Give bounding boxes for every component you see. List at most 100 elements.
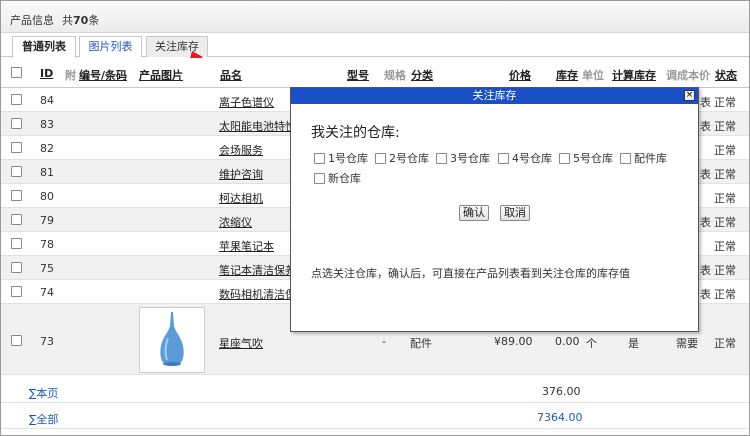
row-id: 78 xyxy=(40,238,54,251)
row-adjust-cost: 需要 xyxy=(676,337,698,350)
warehouse-label: 新仓库 xyxy=(328,172,361,185)
row-id: 73 xyxy=(40,335,54,348)
row-checkbox[interactable] xyxy=(11,238,22,249)
warehouse-checkbox[interactable] xyxy=(375,153,386,164)
row-checkbox[interactable] xyxy=(11,94,22,105)
row-status: 正常 xyxy=(714,288,736,301)
tab-image-list[interactable]: 图片列表 xyxy=(79,36,142,57)
col-stock[interactable]: 库存 xyxy=(556,67,578,83)
col-category[interactable]: 分类 xyxy=(411,67,433,83)
all-total-row: ∑全部 7364.00 xyxy=(1,405,749,429)
row-name-link[interactable]: 太阳能电池特性 xyxy=(219,118,296,134)
warehouse-label: 配件库 xyxy=(634,152,667,165)
warehouse-label: 3号仓库 xyxy=(450,152,490,165)
col-calc-stock[interactable]: 计算库存 xyxy=(612,67,656,83)
row-name-link[interactable]: 会场服务 xyxy=(219,142,263,158)
title-bar: 产品信息 共70条 xyxy=(1,1,749,33)
row-name-link[interactable]: 笔记本清洁保养 xyxy=(219,262,296,278)
row-checkbox[interactable] xyxy=(11,166,22,177)
row-name-link[interactable]: 数码相机清洁保 xyxy=(219,286,296,302)
row-partial: 表 xyxy=(700,120,711,133)
cancel-button[interactable]: 取消 xyxy=(500,205,530,221)
row-id: 80 xyxy=(40,190,54,203)
warehouse-checkbox[interactable] xyxy=(559,153,570,164)
tab-normal-list[interactable]: 普通列表 xyxy=(12,36,76,58)
count-suffix: 条 xyxy=(88,14,100,27)
row-status: 正常 xyxy=(714,96,736,109)
row-name-link[interactable]: 星座气吹 xyxy=(219,335,263,351)
row-checkbox[interactable] xyxy=(11,214,22,225)
page-total-value: 376.00 xyxy=(542,385,581,398)
col-attach: 附 xyxy=(65,69,76,82)
warehouse-option-4[interactable]: 4号仓库 xyxy=(498,150,552,166)
row-checkbox[interactable] xyxy=(11,262,22,273)
select-all-checkbox[interactable] xyxy=(11,67,22,78)
warehouse-label: 4号仓库 xyxy=(512,152,552,165)
row-status: 正常 xyxy=(714,168,736,181)
warehouse-label: 1号仓库 xyxy=(328,152,368,165)
warehouse-checkbox[interactable] xyxy=(314,153,325,164)
warehouse-label: 2号仓库 xyxy=(389,152,429,165)
warehouse-option-5[interactable]: 5号仓库 xyxy=(559,150,613,166)
row-category: 配件 xyxy=(410,337,432,350)
col-status[interactable]: 状态 xyxy=(715,67,737,83)
row-name-link[interactable]: 离子色谱仪 xyxy=(219,94,274,110)
row-checkbox[interactable] xyxy=(11,142,22,153)
row-id: 81 xyxy=(40,166,54,179)
row-unit: 个 xyxy=(586,337,597,350)
col-code[interactable]: 编号/条码 xyxy=(79,67,127,83)
close-icon[interactable]: × xyxy=(684,90,695,101)
row-name-link[interactable]: 苹果笔记本 xyxy=(219,238,274,254)
warehouse-checkbox[interactable] xyxy=(436,153,447,164)
row-price: ¥89.00 xyxy=(494,335,533,348)
record-count: 共70条 xyxy=(62,12,99,28)
row-status: 正常 xyxy=(714,216,736,229)
row-checkbox[interactable] xyxy=(11,286,22,297)
row-checkbox[interactable] xyxy=(11,118,22,129)
row-id: 79 xyxy=(40,214,54,227)
row-status: 正常 xyxy=(714,192,736,205)
row-id: 82 xyxy=(40,142,54,155)
col-adjust-cost: 调成本价 xyxy=(666,69,710,82)
warehouse-option-1[interactable]: 1号仓库 xyxy=(314,150,368,166)
row-name-link[interactable]: 浓缩仪 xyxy=(219,214,252,230)
confirm-button[interactable]: 确认 xyxy=(459,205,489,221)
row-partial: 表 xyxy=(700,96,711,109)
row-status: 正常 xyxy=(714,120,736,133)
row-name-link[interactable]: 维护咨询 xyxy=(219,166,263,182)
warehouse-checkbox[interactable] xyxy=(498,153,509,164)
warehouse-option-2[interactable]: 2号仓库 xyxy=(375,150,429,166)
row-partial: 表 xyxy=(700,168,711,181)
count-prefix: 共 xyxy=(62,14,73,27)
row-status: 正常 xyxy=(714,144,736,157)
view-tabs: 普通列表 图片列表 关注库存 xyxy=(1,33,749,58)
warehouse-option-3[interactable]: 3号仓库 xyxy=(436,150,490,166)
warehouse-label: 5号仓库 xyxy=(573,152,613,165)
count-value: 70 xyxy=(73,14,89,27)
page-title: 产品信息 xyxy=(10,14,54,27)
watch-stock-dialog: 关注库存 × 我关注的仓库: 1号仓库 2号仓库 3号仓库 4号仓库 5号仓库 … xyxy=(290,87,699,332)
row-checkbox[interactable] xyxy=(11,190,22,201)
dialog-hint: 点选关注仓库，确认后，可直接在产品列表看到关注仓库的库存值 xyxy=(311,267,630,280)
warehouse-checkbox[interactable] xyxy=(620,153,631,164)
warehouse-option-parts[interactable]: 配件库 xyxy=(620,150,667,166)
col-name[interactable]: 品名 xyxy=(220,67,242,83)
row-id: 83 xyxy=(40,118,54,131)
col-price[interactable]: 价格 xyxy=(509,67,531,83)
table-header: ID 附 编号/条码 产品图片 品名 型号 规格 分类 价格 库存 单位 计算库… xyxy=(1,58,749,88)
col-spec: 规格 xyxy=(384,69,406,82)
air-blower-image xyxy=(140,308,204,372)
row-status: 正常 xyxy=(714,337,736,350)
col-id[interactable]: ID xyxy=(40,67,53,80)
row-id: 84 xyxy=(40,94,54,107)
product-thumbnail[interactable] xyxy=(139,307,205,373)
row-calc-stock: 是 xyxy=(628,337,639,350)
warehouse-option-new[interactable]: 新仓库 xyxy=(314,170,361,186)
col-model[interactable]: 型号 xyxy=(347,67,369,83)
row-name-link[interactable]: 柯达相机 xyxy=(219,190,263,206)
window-frame: 产品信息 共70条 普通列表 图片列表 关注库存 ID 附 编号/条码 产品图片… xyxy=(0,0,750,436)
row-id: 75 xyxy=(40,262,54,275)
row-checkbox[interactable] xyxy=(11,335,22,346)
row-status: 正常 xyxy=(714,264,736,277)
warehouse-checkbox[interactable] xyxy=(314,173,325,184)
